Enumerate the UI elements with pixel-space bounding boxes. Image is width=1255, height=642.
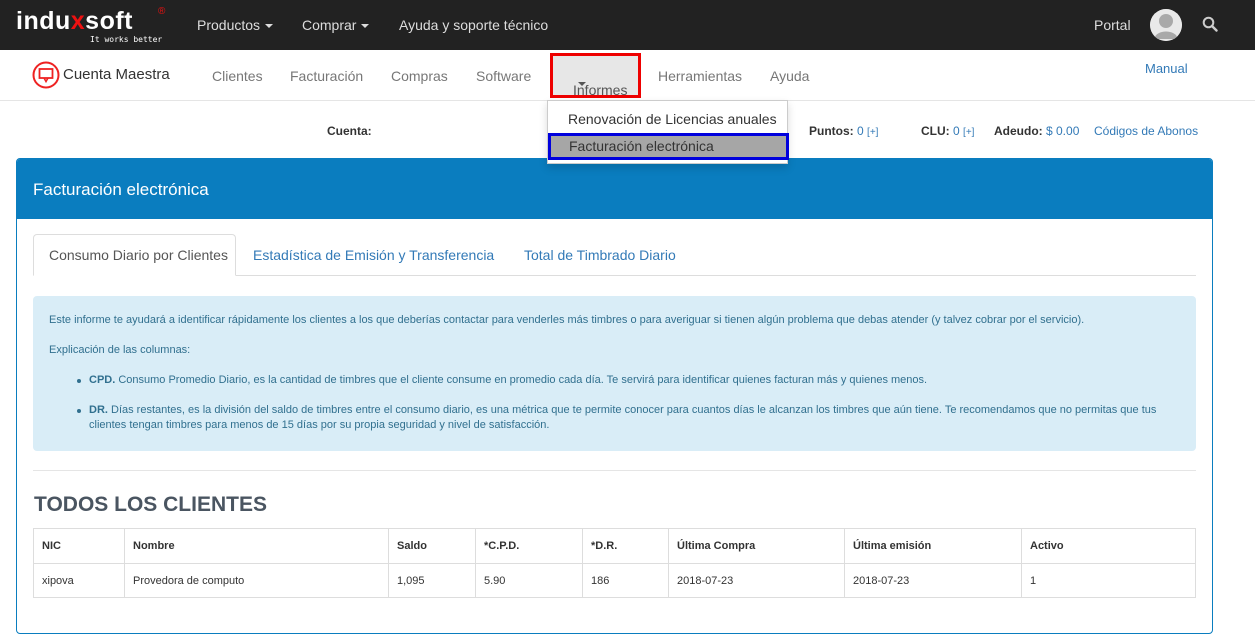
facturacion-panel: Facturación electrónica Consumo Diario p…	[16, 158, 1213, 634]
info-box: Este informe te ayudará a identificar rá…	[33, 296, 1196, 451]
puntos-value: 0	[857, 124, 864, 138]
puntos-info: Puntos: 0 [+]	[809, 124, 879, 138]
cell-activo: 1	[1021, 563, 1196, 598]
nav-ayuda[interactable]: Ayuda	[770, 68, 809, 84]
table-header-row: NIC Nombre Saldo *C.P.D. *D.R. Última Co…	[33, 528, 1196, 564]
clu-info: CLU: 0 [+]	[921, 124, 975, 138]
puntos-add-link[interactable]: [+]	[867, 127, 878, 138]
nav-compras[interactable]: Compras	[391, 68, 448, 84]
col-cpd: *C.P.D.	[475, 528, 583, 564]
section-title: TODOS LOS CLIENTES	[34, 493, 267, 516]
cuenta-maestra-logo-icon	[32, 61, 60, 89]
info-intro: Este informe te ayudará a identificar rá…	[49, 314, 1085, 326]
adeudo-value: $ 0.00	[1046, 124, 1080, 138]
cell-ultima-emision: 2018-07-23	[844, 563, 1022, 598]
menu-item-renovacion-licencias[interactable]: Renovación de Licencias anuales	[568, 111, 777, 127]
nav-herramientas[interactable]: Herramientas	[658, 68, 742, 84]
info-dr: DR. Días restantes, es la división del s…	[89, 404, 1157, 431]
brand-slogan: It works better	[90, 35, 163, 44]
col-activo: Activo	[1021, 528, 1196, 564]
col-ultima-emision: Última emisión	[844, 528, 1022, 564]
tab-estadistica-emision[interactable]: Estadística de Emisión y Transferencia	[253, 247, 494, 263]
col-saldo: Saldo	[388, 528, 476, 564]
cell-saldo: 1,095	[388, 563, 476, 598]
search-icon[interactable]	[1202, 16, 1218, 32]
cell-dr: 186	[582, 563, 669, 598]
bullet-icon	[77, 379, 81, 383]
top-navbar: induxsoft ® It works better Productos Co…	[0, 0, 1255, 50]
clients-table: NIC Nombre Saldo *C.P.D. *D.R. Última Co…	[33, 528, 1196, 598]
table-row[interactable]: xipova Provedora de computo 1,095 5.90 1…	[33, 563, 1196, 598]
section-divider	[33, 470, 1196, 471]
clu-value: 0	[953, 124, 960, 138]
portal-link[interactable]: Portal	[1094, 16, 1131, 34]
informes-dropdown: Renovación de Licencias anuales Facturac…	[547, 100, 789, 164]
menu-item-facturacion-electronica[interactable]: Facturación electrónica	[548, 133, 789, 160]
adeudo-info: Adeudo: $ 0.00	[994, 124, 1080, 138]
caret-down-icon	[265, 24, 274, 29]
productos-menu[interactable]: Productos	[197, 16, 274, 34]
nav-facturacion[interactable]: Facturación	[290, 68, 363, 84]
brand-name: induxsoft	[16, 7, 133, 35]
clu-add-link[interactable]: [+]	[963, 127, 974, 138]
col-nic: NIC	[33, 528, 125, 564]
user-silhouette-icon	[1150, 9, 1182, 41]
cuenta-label: Cuenta:	[327, 124, 372, 138]
account-navbar: Cuenta Maestra Clientes Facturación Comp…	[0, 50, 1255, 101]
bullet-icon	[77, 409, 81, 413]
cell-ultima-compra: 2018-07-23	[668, 563, 845, 598]
tab-consumo-diario[interactable]: Consumo Diario por Clientes	[33, 234, 236, 276]
ayuda-soporte-link[interactable]: Ayuda y soporte técnico	[399, 16, 548, 34]
caret-down-icon	[361, 24, 370, 29]
col-ultima-compra: Última Compra	[668, 528, 845, 564]
col-dr: *D.R.	[582, 528, 669, 564]
cuenta-maestra-title[interactable]: Cuenta Maestra	[63, 66, 170, 83]
nav-software[interactable]: Software	[476, 68, 531, 84]
registered-mark: ®	[158, 6, 166, 17]
cell-nic: xipova	[33, 563, 125, 598]
codigos-abonos-link[interactable]: Códigos de Abonos	[1094, 124, 1198, 138]
caret-down-icon	[578, 82, 586, 86]
induxsoft-logo[interactable]: induxsoft ® It works better	[16, 6, 176, 46]
nav-clientes[interactable]: Clientes	[212, 68, 263, 84]
cell-nombre: Provedora de computo	[124, 563, 389, 598]
cell-cpd: 5.90	[475, 563, 583, 598]
panel-title: Facturación electrónica	[33, 180, 209, 199]
info-explain: Explicación de las columnas:	[49, 344, 191, 356]
tab-total-timbrado[interactable]: Total de Timbrado Diario	[524, 247, 676, 263]
nav-informes[interactable]: Informes	[550, 53, 641, 98]
manual-link[interactable]: Manual	[1145, 61, 1188, 76]
comprar-menu[interactable]: Comprar	[302, 16, 370, 34]
info-cpd: CPD. Consumo Promedio Diario, es la cant…	[89, 374, 928, 386]
panel-header: Facturación electrónica	[17, 159, 1212, 219]
user-avatar[interactable]	[1150, 9, 1182, 41]
col-nombre: Nombre	[124, 528, 389, 564]
